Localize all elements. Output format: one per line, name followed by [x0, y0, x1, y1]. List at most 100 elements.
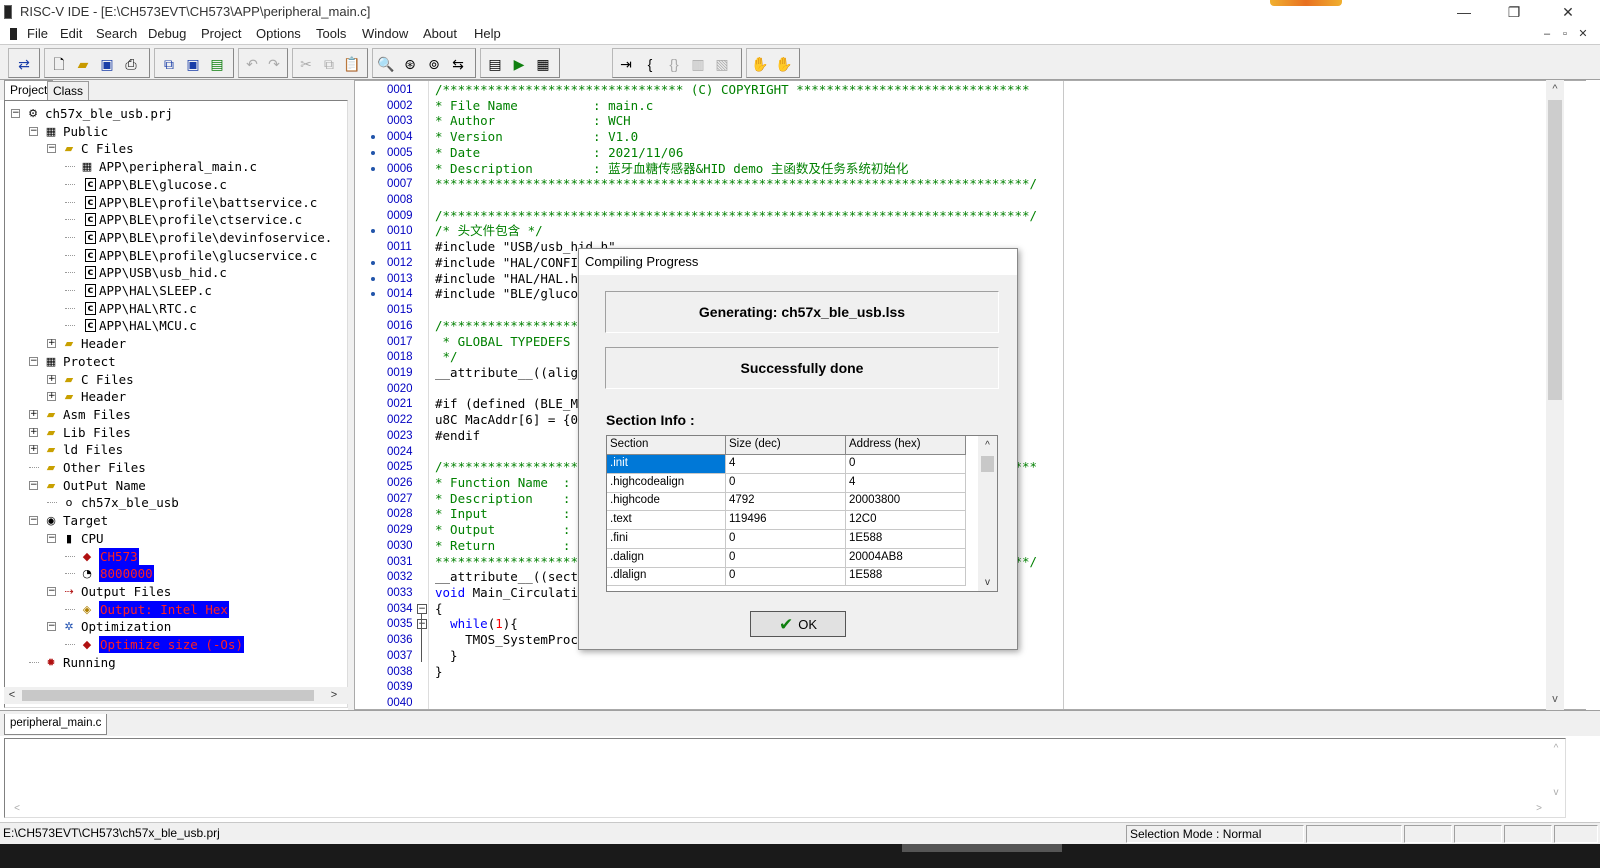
- menu-project[interactable]: Project: [201, 26, 241, 41]
- cut-icon[interactable]: ✂: [296, 54, 316, 74]
- scroll-down-icon[interactable]: v: [1546, 690, 1564, 708]
- paste-icon[interactable]: 📋: [342, 54, 362, 74]
- find-prev-icon[interactable]: ⊚: [424, 54, 444, 74]
- expand-icon[interactable]: +: [29, 409, 38, 419]
- find-next-icon[interactable]: ⊛: [400, 54, 420, 74]
- code-line[interactable]: */: [435, 349, 458, 365]
- table-cell[interactable]: 4792: [726, 492, 846, 512]
- ok-button[interactable]: ✔ OK: [750, 611, 846, 637]
- expand-icon[interactable]: +: [29, 445, 38, 455]
- code-line[interactable]: /******************************** (C) CO…: [435, 82, 1030, 98]
- compile-icon[interactable]: ▤: [485, 54, 505, 74]
- output-scroll-left-icon[interactable]: <: [9, 801, 25, 817]
- menu-about[interactable]: About: [423, 26, 457, 41]
- print-icon[interactable]: ⎙: [121, 54, 141, 74]
- minimize-button[interactable]: —: [1444, 2, 1484, 22]
- line-marker-icon[interactable]: [371, 135, 375, 140]
- code-line[interactable]: /***************************************…: [435, 208, 1037, 224]
- open-folder-icon[interactable]: ▰: [73, 54, 93, 74]
- output-panel[interactable]: ^ v < >: [4, 738, 1566, 818]
- replace-icon[interactable]: ⇆: [448, 54, 468, 74]
- save-icon[interactable]: ▣: [97, 54, 117, 74]
- comment-icon[interactable]: ▥: [688, 54, 708, 74]
- mdi-close-button[interactable]: ✕: [1576, 27, 1590, 41]
- column-header[interactable]: Size (dec): [726, 436, 846, 455]
- table-cell[interactable]: 0: [726, 567, 846, 587]
- indent-icon[interactable]: ⇥: [616, 54, 636, 74]
- table-scroll-down-icon[interactable]: v: [978, 574, 997, 591]
- uncomment-icon[interactable]: ▧: [712, 54, 732, 74]
- table-cell[interactable]: 0: [726, 473, 846, 493]
- connect-icon[interactable]: ⇄: [14, 54, 34, 74]
- table-cell[interactable]: 0: [846, 455, 966, 474]
- mdi-minimize-button[interactable]: –: [1540, 27, 1554, 41]
- expand-icon[interactable]: +: [47, 339, 56, 349]
- code-line[interactable]: * File Name : main.c: [435, 98, 653, 114]
- scroll-right-icon[interactable]: >: [326, 687, 342, 704]
- line-marker-icon[interactable]: [371, 150, 375, 155]
- project-horizontal-scrollbar[interactable]: < >: [4, 687, 348, 704]
- table-cell[interactable]: .init: [607, 455, 726, 474]
- menu-help[interactable]: Help: [474, 26, 501, 41]
- table-cell[interactable]: 119496: [726, 511, 846, 531]
- table-cell[interactable]: .highcodealign: [607, 473, 726, 493]
- line-marker-icon[interactable]: [371, 166, 375, 171]
- stop-icon[interactable]: ✋: [774, 54, 794, 74]
- redo-icon[interactable]: ↷: [264, 54, 284, 74]
- table-vertical-scrollbar[interactable]: ^ v: [978, 436, 997, 591]
- scroll-thumb[interactable]: [22, 690, 314, 701]
- column-header[interactable]: Address (hex): [846, 436, 966, 455]
- menu-debug[interactable]: Debug: [148, 26, 186, 41]
- column-header[interactable]: Section: [607, 436, 726, 455]
- code-line[interactable]: * GLOBAL TYPEDEFS: [435, 334, 571, 350]
- collapse-icon[interactable]: −: [47, 586, 56, 596]
- tab-peripheral-main[interactable]: peripheral_main.c: [4, 714, 108, 735]
- table-cell[interactable]: 1E588: [846, 529, 966, 549]
- tab-project[interactable]: Project: [4, 80, 54, 100]
- code-line[interactable]: * Version : V1.0: [435, 129, 638, 145]
- table-cell[interactable]: 0: [726, 529, 846, 549]
- brace-icon[interactable]: {}: [664, 54, 684, 74]
- line-marker-icon[interactable]: [371, 260, 375, 265]
- table-cell[interactable]: .dlalign: [607, 567, 726, 587]
- fold-toggle-icon[interactable]: −: [417, 619, 427, 630]
- undo-icon[interactable]: ↶: [242, 54, 262, 74]
- output-scroll-up-icon[interactable]: ^: [1548, 741, 1564, 757]
- run-icon[interactable]: ▶: [509, 54, 529, 74]
- scroll-thumb[interactable]: [1548, 100, 1562, 400]
- fold-toggle-icon[interactable]: −: [417, 603, 427, 614]
- menu-file[interactable]: File: [27, 26, 48, 41]
- table-cell[interactable]: 20003800: [846, 492, 966, 512]
- table-cell[interactable]: 12C0: [846, 511, 966, 531]
- hand-icon[interactable]: ✋: [750, 54, 770, 74]
- scroll-left-icon[interactable]: <: [4, 687, 20, 704]
- download-icon[interactable]: ▦: [533, 54, 553, 74]
- menu-tools[interactable]: Tools: [316, 26, 346, 41]
- output-scroll-right-icon[interactable]: >: [1531, 801, 1547, 817]
- table-cell[interactable]: 4: [726, 455, 846, 474]
- mdi-restore-button[interactable]: ▫: [1558, 27, 1572, 41]
- expand-icon[interactable]: +: [29, 427, 38, 437]
- table-cell[interactable]: 4: [846, 473, 966, 493]
- line-marker-icon[interactable]: [371, 292, 375, 297]
- code-line[interactable]: * Author : WCH: [435, 113, 631, 129]
- menu-edit[interactable]: Edit: [60, 26, 82, 41]
- code-line[interactable]: while(1){: [435, 616, 518, 632]
- code-line[interactable]: * Date : 2021/11/06: [435, 145, 683, 161]
- menu-search[interactable]: Search: [96, 26, 137, 41]
- code-line[interactable]: #endif: [435, 428, 480, 444]
- find-icon[interactable]: 🔍: [376, 54, 396, 74]
- collapse-icon[interactable]: −: [11, 109, 20, 118]
- taskbar-item[interactable]: [902, 844, 1062, 852]
- collapse-icon[interactable]: −: [29, 516, 38, 526]
- expand-icon[interactable]: +: [47, 392, 56, 402]
- save-all-icon[interactable]: ▣: [183, 54, 203, 74]
- line-marker-icon[interactable]: [371, 229, 375, 234]
- table-cell[interactable]: .dalign: [607, 548, 726, 568]
- code-line[interactable]: }: [435, 648, 458, 664]
- collapse-icon[interactable]: −: [47, 622, 56, 632]
- table-cell[interactable]: 0: [726, 548, 846, 568]
- export-icon[interactable]: ▤: [207, 54, 227, 74]
- code-line[interactable]: }: [435, 664, 443, 680]
- table-scroll-thumb[interactable]: [981, 456, 994, 472]
